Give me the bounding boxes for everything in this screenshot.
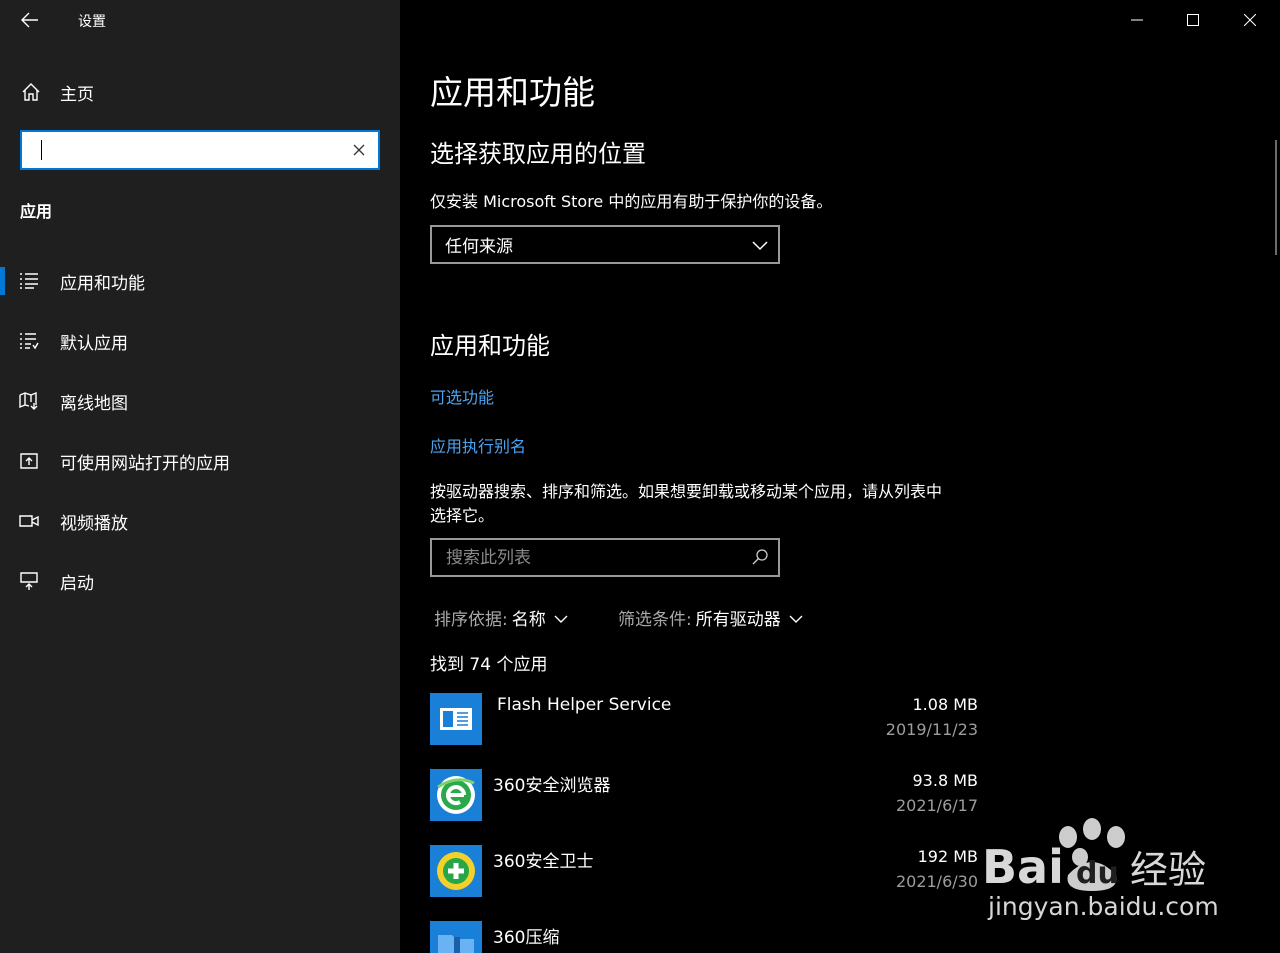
minimize-button[interactable] [1109, 0, 1165, 40]
home-label: 主页 [60, 84, 94, 105]
search-icon [752, 549, 768, 569]
app-date: 2021/6/17 [895, 796, 978, 815]
list-icon [0, 272, 60, 290]
sidebar-item-label: 可使用网站打开的应用 [60, 453, 230, 474]
filter-value: 所有驱动器 [695, 610, 781, 630]
360-zip-icon [430, 921, 482, 953]
app-size: 1.08 MB [912, 695, 979, 714]
apps-description-line2: 选择它。 [430, 506, 495, 525]
sidebar-item-apps-features[interactable]: 应用和功能 [0, 259, 400, 303]
svg-text:Bai: Bai [982, 840, 1064, 894]
chevron-down-icon [789, 609, 803, 629]
sort-key: 排序依据: [434, 610, 508, 630]
app-name: 360压缩 [493, 928, 560, 948]
sidebar-item-label: 启动 [60, 573, 94, 594]
app-count: 找到 74 个应用 [430, 655, 548, 675]
app-list-item[interactable]: 360安全卫士 192 MB 2021/6/30 [430, 845, 980, 897]
chevron-down-icon [752, 236, 768, 256]
close-icon [353, 144, 365, 156]
settings-search-box[interactable] [20, 130, 380, 170]
svg-text:du: du [1076, 856, 1119, 891]
main-content: 应用和功能 选择获取应用的位置 仅安装 Microsoft Store 中的应用… [400, 0, 1280, 953]
filter-key: 筛选条件: [618, 610, 692, 630]
back-button[interactable] [14, 6, 46, 34]
sort-dropdown[interactable]: 排序依据: 名称 [434, 605, 568, 630]
minimize-icon [1131, 19, 1143, 21]
page-title: 应用和功能 [430, 73, 595, 112]
clear-search-button[interactable] [350, 141, 368, 159]
app-list-search-input[interactable] [432, 540, 742, 575]
sidebar-item-video-playback[interactable]: 视频播放 [0, 499, 400, 543]
sidebar-item-label: 离线地图 [60, 393, 128, 414]
home-icon [0, 82, 60, 102]
sidebar: 设置 主页 应用 应用和功能 默认应用 离线地图 可使用网站打开的应用 视频播放… [0, 0, 400, 953]
close-window-button[interactable] [1222, 0, 1278, 40]
video-icon [0, 513, 60, 529]
app-list-item[interactable]: 360压缩 [430, 921, 980, 953]
dropdown-value: 任何来源 [445, 237, 513, 257]
sort-value: 名称 [511, 610, 546, 630]
app-alias-link[interactable]: 应用执行别名 [430, 433, 526, 457]
startup-icon [0, 571, 60, 591]
source-heading: 选择获取应用的位置 [430, 140, 646, 168]
maximize-button[interactable] [1165, 0, 1221, 40]
map-icon [0, 392, 60, 410]
app-date: 2021/6/30 [895, 872, 978, 891]
maximize-icon [1187, 14, 1199, 26]
app-list-search-box[interactable] [430, 538, 780, 577]
app-list-item[interactable]: Flash Helper Service 1.08 MB 2019/11/23 [430, 693, 980, 745]
apps-description-line1: 按驱动器搜索、排序和筛选。如果想要卸载或移动某个应用，请从列表中 [430, 482, 943, 501]
sidebar-section-label: 应用 [20, 202, 53, 221]
website-app-icon [0, 452, 60, 470]
app-size: 192 MB [917, 847, 978, 866]
app-list-item[interactable]: 360安全浏览器 93.8 MB 2021/6/17 [430, 769, 980, 821]
sidebar-item-offline-maps[interactable]: 离线地图 [0, 379, 400, 423]
app-name: 360安全浏览器 [493, 776, 611, 796]
svg-text:经验: 经验 [1130, 848, 1206, 892]
app-name: 360安全卫士 [493, 852, 594, 872]
optional-features-link[interactable]: 可选功能 [430, 384, 494, 408]
app-size: 93.8 MB [912, 771, 979, 790]
source-description: 仅安装 Microsoft Store 中的应用有助于保护你的设备。 [430, 192, 833, 211]
app-source-dropdown[interactable]: 任何来源 [430, 225, 780, 264]
sidebar-item-startup[interactable]: 启动 [0, 559, 400, 603]
sidebar-item-default-apps[interactable]: 默认应用 [0, 319, 400, 363]
sidebar-item-home[interactable]: 主页 [0, 72, 400, 112]
sidebar-item-website-apps[interactable]: 可使用网站打开的应用 [0, 439, 400, 483]
close-icon [1244, 14, 1256, 26]
app-title: 设置 [78, 14, 106, 30]
sidebar-item-label: 视频播放 [60, 513, 128, 534]
scrollbar-thumb[interactable] [1275, 140, 1277, 255]
360-browser-icon [430, 769, 482, 821]
back-arrow-icon [21, 12, 38, 28]
default-apps-icon [0, 332, 60, 350]
app-date: 2019/11/23 [885, 720, 978, 739]
sidebar-item-label: 应用和功能 [60, 273, 145, 294]
360-safe-icon [430, 845, 482, 897]
settings-search-input[interactable] [22, 132, 342, 168]
watermark-url: jingyan.baidu.com [988, 892, 1219, 921]
text-caret [41, 140, 42, 160]
chevron-down-icon [554, 609, 568, 629]
flash-helper-icon [430, 693, 482, 745]
filter-dropdown[interactable]: 筛选条件: 所有驱动器 [618, 605, 803, 630]
app-name: Flash Helper Service [497, 695, 672, 715]
sidebar-item-label: 默认应用 [60, 333, 128, 354]
apps-heading: 应用和功能 [430, 332, 550, 360]
